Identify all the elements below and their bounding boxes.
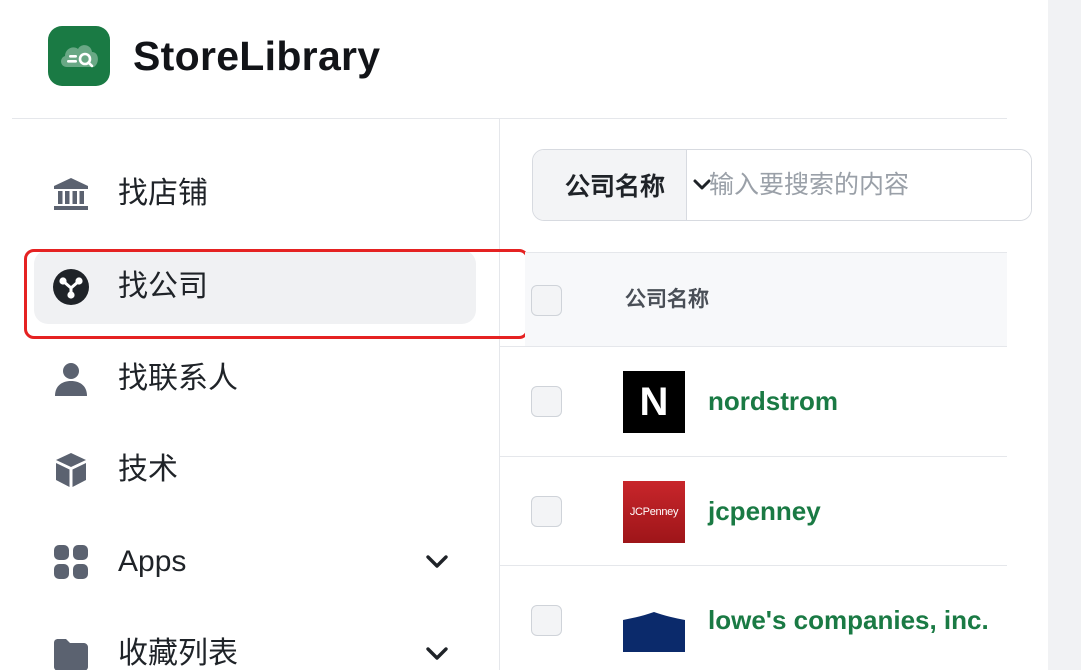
search-input[interactable] [687,150,1031,220]
lowes-house-logo-icon [623,612,685,652]
right-gutter [1048,0,1081,670]
sidebar-item-find-contact[interactable]: 找联系人 [34,342,476,416]
company-logo-jcpenney: JCPenney [623,481,685,543]
brand-name: StoreLibrary [133,33,381,79]
company-logo-lowes [623,590,685,652]
table-header: 公司名称 [525,253,1007,346]
chevron-down-icon [689,172,715,198]
sidebar-item-label: Apps [118,545,187,578]
select-all-checkbox[interactable] [531,285,562,316]
search-bar: 公司名称 [532,149,1032,221]
chevron-down-icon[interactable] [424,549,450,575]
company-name-link[interactable]: lowe's companies, inc. [708,604,989,636]
grid-icon [52,543,90,581]
sidebar-item-apps[interactable]: Apps [34,525,476,599]
header-divider [12,118,1007,119]
brand-logo[interactable] [48,26,110,86]
row-checkbox[interactable] [531,386,562,417]
app-window: StoreLibrary 找店铺 找公司 找联系人 技术 Apps 收藏列表 公… [0,0,1081,670]
table-row[interactable]: JCPenney jcpenney [500,457,1007,566]
sidebar-item-find-store[interactable]: 找店铺 [34,157,476,231]
company-logo-text: JCPenney [629,506,679,518]
sidebar-item-label: 找联系人 [118,362,238,395]
folder-icon [52,635,90,670]
cube-icon [52,451,90,489]
row-checkbox[interactable] [531,605,562,636]
table-row[interactable]: lowe's companies, inc. [500,566,1007,670]
sidebar-item-label: 找店铺 [118,177,208,210]
company-name-link[interactable]: jcpenney [708,495,821,527]
company-name-link[interactable]: nordstrom [708,385,838,417]
column-header-company-name: 公司名称 [625,288,709,311]
sidebar-item-label: 技术 [118,453,178,486]
sidebar-item-label: 收藏列表 [118,637,238,670]
sidebar-item-technology[interactable]: 技术 [34,433,476,507]
table-row[interactable]: N nordstrom [500,347,1007,456]
bank-icon [52,175,90,213]
person-icon [52,360,90,398]
company-logo-nordstrom: N [623,371,685,433]
highlight-annotation [24,249,529,339]
search-field-select[interactable]: 公司名称 [533,150,711,220]
row-checkbox[interactable] [531,496,562,527]
sidebar-item-favorites[interactable]: 收藏列表 [34,617,476,670]
company-logo-text: N [639,379,669,424]
cloud-search-icon [61,45,98,68]
search-field-select-value: 公司名称 [565,173,666,201]
chevron-down-icon[interactable] [424,641,450,667]
